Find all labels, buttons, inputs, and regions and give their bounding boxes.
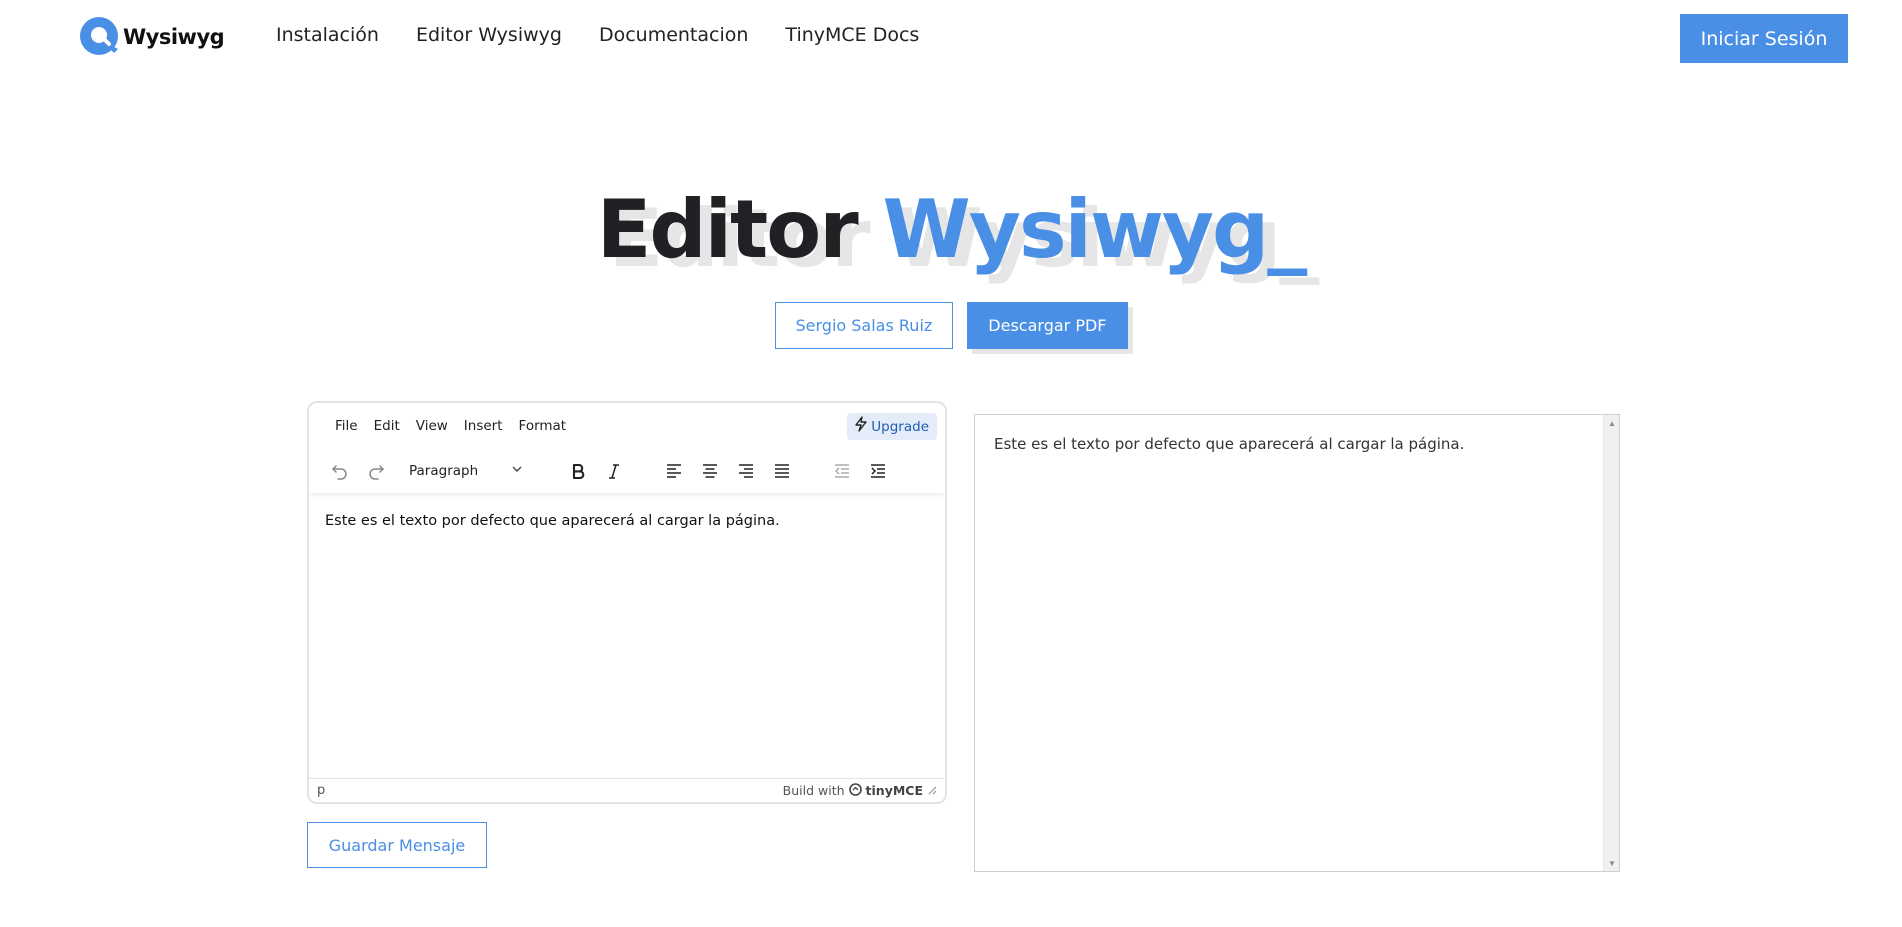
editor-statusbar: p Build with tinyMCE	[309, 778, 945, 802]
element-path[interactable]: p	[317, 783, 325, 798]
align-center-icon[interactable]	[693, 455, 727, 487]
tinymce-logo-icon	[848, 782, 862, 799]
hero-buttons: Sergio Salas Ruiz Descargar PDF	[0, 302, 1902, 349]
nav-link-instalacion[interactable]: Instalación	[276, 24, 379, 46]
preview-scrollbar[interactable]: ▲ ▼	[1603, 415, 1619, 871]
nav-link-documentacion[interactable]: Documentacion	[599, 24, 748, 46]
redo-icon[interactable]	[359, 455, 393, 487]
history-group	[323, 455, 395, 487]
outdent-icon[interactable]	[825, 455, 859, 487]
editor-content-area[interactable]: Este es el texto por defecto que aparece…	[309, 495, 945, 780]
upgrade-button[interactable]: Upgrade	[847, 413, 937, 440]
menu-insert[interactable]: Insert	[456, 418, 511, 434]
author-button[interactable]: Sergio Salas Ruiz	[774, 302, 954, 349]
preview-content: Este es el texto por defecto que aparece…	[994, 435, 1465, 453]
align-right-icon[interactable]	[729, 455, 763, 487]
block-format-select[interactable]: Paragraph	[401, 455, 531, 487]
wysiwyg-editor: File Edit View Insert Format Upgrade Par…	[307, 401, 947, 804]
download-pdf-button[interactable]: Descargar PDF	[967, 302, 1128, 349]
block-format-value: Paragraph	[409, 463, 479, 479]
editor-toolbar: Paragraph	[309, 449, 945, 493]
scroll-up-icon[interactable]: ▲	[1604, 415, 1620, 431]
align-left-icon[interactable]	[657, 455, 691, 487]
title-word-editor: Editor	[596, 183, 859, 276]
align-justify-icon[interactable]	[765, 455, 799, 487]
nav-link-editor-wysiwyg[interactable]: Editor Wysiwyg	[416, 24, 562, 46]
menu-file[interactable]: File	[327, 418, 366, 434]
top-navbar: Wysiwyg Instalación Editor Wysiwyg Docum…	[0, 0, 1902, 74]
page-title: Editor Wysiwyg_	[0, 180, 1902, 280]
login-button[interactable]: Iniciar Sesión	[1680, 14, 1848, 63]
undo-icon[interactable]	[323, 455, 357, 487]
menu-view[interactable]: View	[408, 418, 456, 434]
indent-group	[825, 455, 897, 487]
title-word-wysiwyg: Wysiwyg_	[882, 183, 1308, 276]
bold-icon[interactable]	[561, 455, 595, 487]
brand-name: Wysiwyg	[123, 25, 225, 49]
chevron-down-icon	[511, 462, 523, 480]
branding-name: tinyMCE	[865, 783, 923, 798]
menu-edit[interactable]: Edit	[366, 418, 408, 434]
branding-prefix: Build with	[782, 783, 845, 798]
save-message-button[interactable]: Guardar Mensaje	[307, 822, 487, 868]
upgrade-label: Upgrade	[871, 418, 929, 435]
nav-link-tinymce-docs[interactable]: TinyMCE Docs	[785, 24, 919, 46]
indent-icon[interactable]	[861, 455, 895, 487]
menu-format[interactable]: Format	[511, 418, 575, 434]
brand-logo[interactable]: Wysiwyg	[80, 17, 225, 57]
resize-handle-icon[interactable]	[927, 783, 937, 798]
italic-icon[interactable]	[597, 455, 631, 487]
preview-textarea[interactable]: Este es el texto por defecto que aparece…	[974, 414, 1620, 872]
alignment-group	[657, 455, 801, 487]
editor-menubar: File Edit View Insert Format Upgrade	[309, 403, 945, 449]
scroll-down-icon[interactable]: ▼	[1604, 855, 1620, 871]
logo-icon	[80, 17, 120, 57]
hero-section: Editor Wysiwyg_ Sergio Salas Ruiz Descar…	[0, 180, 1902, 349]
formatting-group	[561, 455, 633, 487]
main-nav: Instalación Editor Wysiwyg Documentacion…	[276, 24, 919, 46]
tinymce-branding[interactable]: Build with tinyMCE	[782, 782, 937, 799]
lightning-icon	[853, 416, 869, 437]
